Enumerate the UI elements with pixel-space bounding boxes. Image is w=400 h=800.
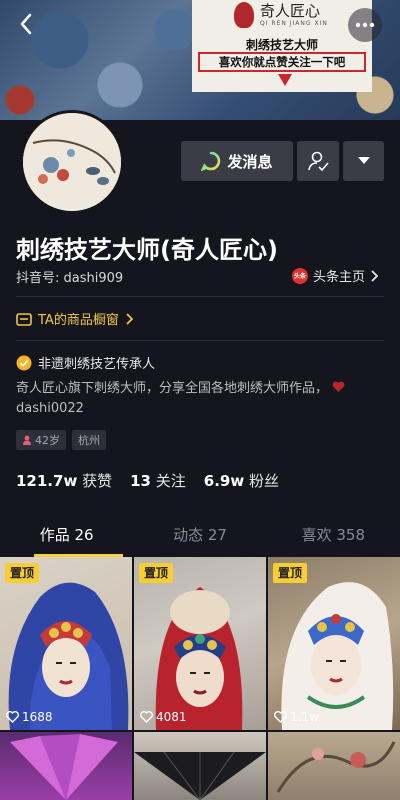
video-thumbnail[interactable]: 置顶 1688 — [0, 557, 132, 730]
profile-stats: 121.7w 获赞 13 关注 6.9w 粉丝 — [16, 470, 279, 491]
back-button[interactable] — [12, 10, 40, 38]
tab-likes[interactable]: 喜欢 358 — [267, 515, 400, 557]
banner-poster: 奇人匠心 QI REN JIANG XIN 刺绣技艺大师 喜欢你就点赞关注一下吧 — [192, 0, 372, 92]
video-like-count: 1.1w — [274, 710, 319, 724]
video-thumbnail[interactable] — [268, 732, 400, 800]
tab-works[interactable]: 作品 26 — [0, 515, 133, 557]
video-thumbnail[interactable]: 置顶 1.1w — [268, 557, 400, 730]
product-showcase-label: TA的商品橱窗 — [38, 313, 119, 328]
douyin-id: 抖音号: dashi909 — [16, 271, 124, 286]
following-stat[interactable]: 13 关注 — [130, 470, 186, 491]
divider — [16, 296, 384, 297]
more-dots-icon — [355, 22, 375, 28]
toutiao-homepage-link[interactable]: 头条 头条主页 — [292, 266, 379, 285]
caret-down-icon — [357, 157, 370, 164]
video-like-count: 1688 — [6, 710, 53, 724]
heart-outline-icon — [6, 711, 19, 723]
recommend-dropdown-button[interactable] — [343, 141, 384, 181]
verified-check-icon — [16, 355, 32, 370]
avatar-image — [23, 113, 121, 211]
likes-stat: 121.7w 获赞 — [16, 472, 113, 490]
pinned-badge: 置顶 — [273, 563, 308, 583]
profile-banner: 奇人匠心 QI REN JIANG XIN 刺绣技艺大师 喜欢你就点赞关注一下吧 — [0, 0, 400, 120]
brand-logo-text: 奇人匠心 — [260, 2, 321, 20]
shop-window-icon — [16, 312, 32, 326]
followed-status-button[interactable] — [297, 141, 339, 181]
chat-bubble-icon — [201, 151, 221, 171]
pinned-badge: 置顶 — [139, 563, 174, 583]
bio-line: dashi0022 — [16, 401, 84, 416]
video-thumbnail[interactable] — [134, 732, 266, 800]
user-check-icon — [308, 151, 329, 172]
folding-fan-image — [10, 734, 118, 800]
avatar[interactable] — [20, 110, 124, 214]
verification-label: 非遗刺绣技艺传承人 — [38, 357, 156, 372]
video-like-count: 4081 — [140, 710, 187, 724]
arrow-down-icon — [278, 74, 292, 86]
send-message-label: 发消息 — [227, 152, 273, 171]
tab-dynamics[interactable]: 动态 27 — [133, 515, 266, 557]
heart-icon — [332, 381, 345, 392]
heart-outline-icon — [274, 711, 287, 723]
divider — [16, 340, 384, 341]
more-options-button[interactable] — [348, 8, 382, 42]
bio-line: 奇人匠心旗下刺绣大师，分享全国各地刺绣大师作品， — [16, 379, 376, 399]
chevron-right-icon — [371, 269, 379, 282]
chevron-left-icon — [20, 13, 32, 35]
toutiao-homepage-label: 头条主页 — [313, 270, 366, 285]
city-tag: 杭州 — [72, 430, 106, 450]
age-tag: 42岁 — [16, 430, 66, 450]
fans-stat[interactable]: 6.9w 粉丝 — [204, 470, 279, 491]
video-thumbnail[interactable] — [0, 732, 132, 800]
profile-name: 刺绣技艺大师(奇人匠心) — [16, 236, 278, 264]
black-fan-image — [134, 751, 266, 800]
send-message-button[interactable]: 发消息 — [181, 141, 293, 181]
content-tabs: 作品 26 动态 27 喜欢 358 — [0, 515, 400, 557]
poster-slogan: 喜欢你就点赞关注一下吧 — [198, 52, 366, 72]
video-grid: 置顶 1688 置顶 4081 置顶 1.1w — [0, 557, 400, 800]
chevron-right-icon — [126, 312, 133, 325]
profile-bio: 奇人匠心旗下刺绣大师，分享全国各地刺绣大师作品， dashi0022 — [16, 379, 376, 419]
female-icon — [23, 435, 31, 445]
poster-title: 刺绣技艺大师 — [245, 38, 318, 52]
video-thumbnail[interactable]: 置顶 4081 — [134, 557, 266, 730]
brand-logo-subtext: QI REN JIANG XIN — [260, 20, 328, 27]
brand-logo-icon — [234, 2, 254, 28]
toutiao-logo-icon: 头条 — [292, 267, 308, 284]
pinned-badge: 置顶 — [5, 563, 40, 583]
heart-outline-icon — [140, 711, 153, 723]
verification-badge: 非遗刺绣技艺传承人 — [16, 353, 155, 372]
product-showcase-link[interactable]: TA的商品橱窗 — [16, 309, 133, 328]
embroidery-artwork-image — [276, 741, 396, 793]
